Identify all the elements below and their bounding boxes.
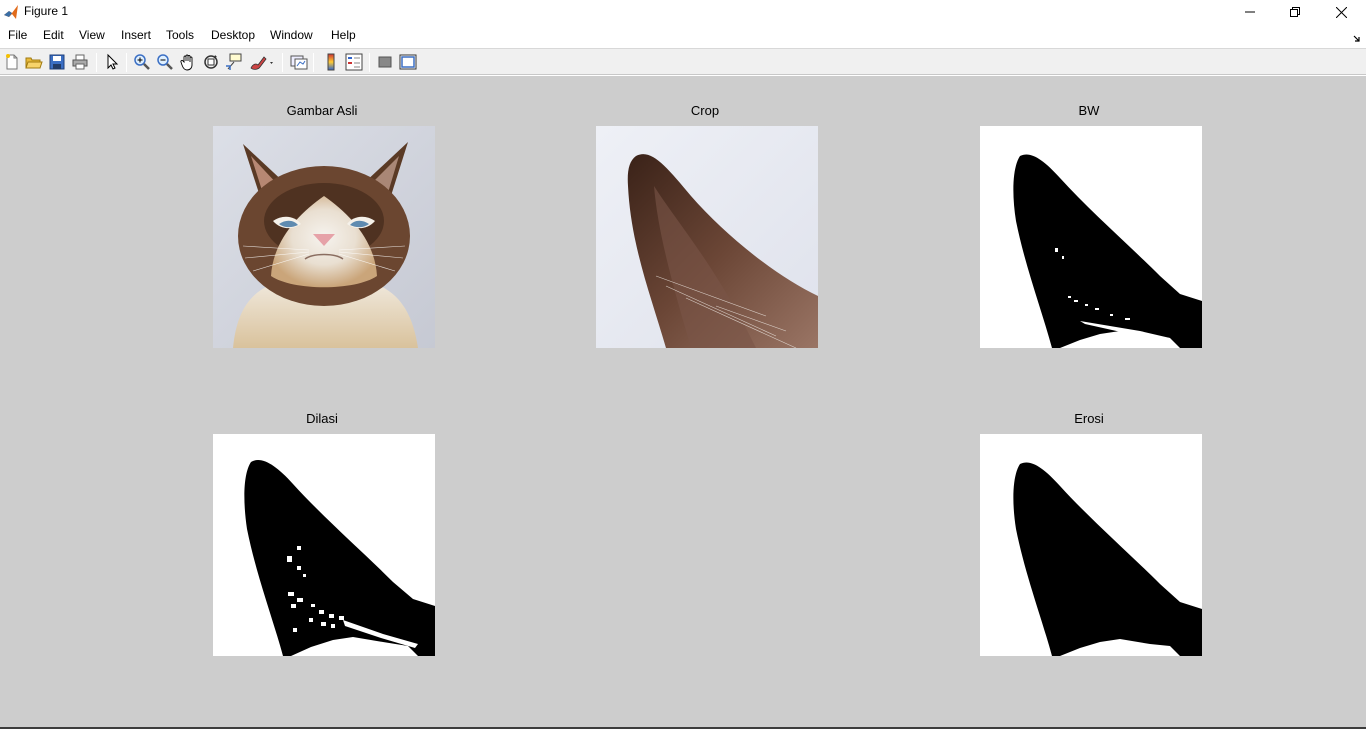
menu-insert[interactable]: Insert bbox=[121, 28, 151, 42]
link-plot-icon[interactable] bbox=[290, 53, 308, 71]
print-icon[interactable] bbox=[71, 53, 89, 71]
colorbar-icon[interactable] bbox=[322, 53, 340, 71]
minimize-icon bbox=[1245, 11, 1255, 13]
subplot-title-bw: BW bbox=[1078, 103, 1100, 118]
cropped-ear-image bbox=[596, 126, 818, 348]
toolbar-separator bbox=[96, 53, 97, 72]
open-file-icon[interactable] bbox=[25, 53, 43, 71]
menu-edit[interactable]: Edit bbox=[43, 28, 64, 42]
menu-view[interactable]: View bbox=[79, 28, 105, 42]
menu-bar: File Edit View Insert Tools Desktop Wind… bbox=[0, 24, 1366, 48]
new-figure-icon[interactable] bbox=[3, 53, 21, 71]
show-plot-tools-icon[interactable] bbox=[399, 53, 417, 71]
binary-ear-image bbox=[980, 126, 1202, 348]
subplot-title-crop: Crop bbox=[690, 103, 720, 118]
restore-button[interactable] bbox=[1272, 0, 1318, 24]
title-bar: Figure 1 bbox=[0, 0, 1366, 24]
restore-icon bbox=[1290, 7, 1300, 17]
erosion-image-axes[interactable] bbox=[980, 434, 1202, 656]
bw-image-axes[interactable] bbox=[980, 126, 1202, 348]
matlab-logo-icon bbox=[3, 4, 19, 20]
pan-icon[interactable] bbox=[179, 53, 197, 71]
legend-icon[interactable] bbox=[345, 53, 363, 71]
dilation-image-axes[interactable] bbox=[213, 434, 435, 656]
toolbar-separator bbox=[313, 53, 314, 72]
menu-help[interactable]: Help bbox=[331, 28, 356, 42]
subplot-title-original: Gambar Asli bbox=[286, 103, 358, 118]
toolbar-separator bbox=[369, 53, 370, 72]
minimize-button[interactable] bbox=[1227, 0, 1273, 24]
menu-desktop[interactable]: Desktop bbox=[211, 28, 255, 42]
save-icon[interactable] bbox=[48, 53, 66, 71]
window-title: Figure 1 bbox=[24, 4, 69, 18]
crop-image-axes[interactable] bbox=[596, 126, 818, 348]
zoom-in-icon[interactable] bbox=[133, 53, 151, 71]
menu-tools[interactable]: Tools bbox=[166, 28, 194, 42]
eroded-ear-image bbox=[980, 434, 1202, 656]
toolbar-separator bbox=[126, 53, 127, 72]
figure-toolbar bbox=[0, 48, 1366, 75]
data-cursor-icon[interactable] bbox=[225, 53, 243, 71]
zoom-out-icon[interactable] bbox=[156, 53, 174, 71]
close-button[interactable] bbox=[1318, 0, 1364, 24]
grumpy-cat-image bbox=[213, 126, 435, 348]
edit-plot-icon[interactable] bbox=[103, 53, 121, 71]
original-image-axes[interactable] bbox=[213, 126, 435, 348]
dilated-ear-image bbox=[213, 434, 435, 656]
brush-icon[interactable] bbox=[248, 53, 276, 71]
menu-file[interactable]: File bbox=[8, 28, 27, 42]
subplot-title-dilation: Dilasi bbox=[306, 411, 338, 426]
close-icon bbox=[1335, 6, 1347, 18]
dock-arrow-icon[interactable] bbox=[1352, 30, 1362, 42]
rotate-3d-icon[interactable] bbox=[202, 53, 220, 71]
menu-window[interactable]: Window bbox=[270, 28, 313, 42]
hide-plot-tools-icon[interactable] bbox=[376, 53, 394, 71]
subplot-title-erosion: Erosi bbox=[1074, 411, 1104, 426]
toolbar-separator bbox=[282, 53, 283, 72]
